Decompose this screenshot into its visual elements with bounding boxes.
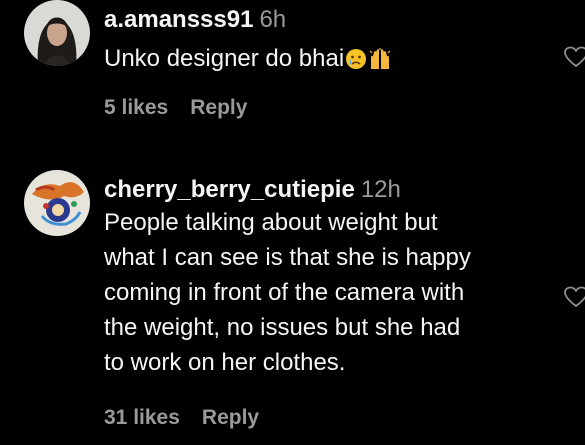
like-button[interactable] [564, 46, 585, 68]
like-button[interactable] [564, 286, 585, 308]
comment-text: Unko designer do bhai [104, 45, 345, 72]
comment-text-line: People talking about weight but [104, 209, 438, 236]
comment-actions: 5 likes Reply [104, 96, 247, 120]
comment-text-container: Unko designer do bhai [104, 41, 554, 80]
comment-text-line: to work on her clothes. [104, 349, 346, 376]
comment-timestamp: 6h [259, 6, 287, 33]
reply-button[interactable]: Reply [202, 406, 259, 429]
comment-text-line: coming in front of the camera with [104, 279, 465, 306]
heart-outline-icon [564, 286, 585, 308]
comment-text-line: the weight, no issues but she had [104, 314, 461, 341]
comment-actions: 31 likes Reply [104, 406, 259, 430]
crying-face-icon [345, 45, 367, 80]
comment-timestamp: 12h [360, 176, 401, 203]
comment-item: a.amansss91 6h Unko designer do bhai 5 li… [0, 0, 585, 140]
comment-item: cherry_berry_cutiepie 12h People talking … [0, 170, 585, 445]
avatar-image [24, 0, 90, 66]
likes-count[interactable]: 5 likes [104, 96, 168, 119]
heart-outline-icon [564, 46, 585, 68]
comment-username[interactable]: a.amansss91 [104, 6, 253, 33]
reply-button[interactable]: Reply [190, 96, 247, 119]
avatar-image [24, 170, 90, 236]
avatar[interactable] [24, 0, 90, 66]
comment-text: People talking about weight but what I c… [104, 205, 554, 380]
comment-username[interactable]: cherry_berry_cutiepie [104, 176, 355, 203]
comment-text-line: what I can see is that she is happy [104, 244, 471, 271]
raising-hands-icon [368, 45, 392, 80]
avatar[interactable] [24, 170, 90, 236]
likes-count[interactable]: 31 likes [104, 406, 180, 429]
